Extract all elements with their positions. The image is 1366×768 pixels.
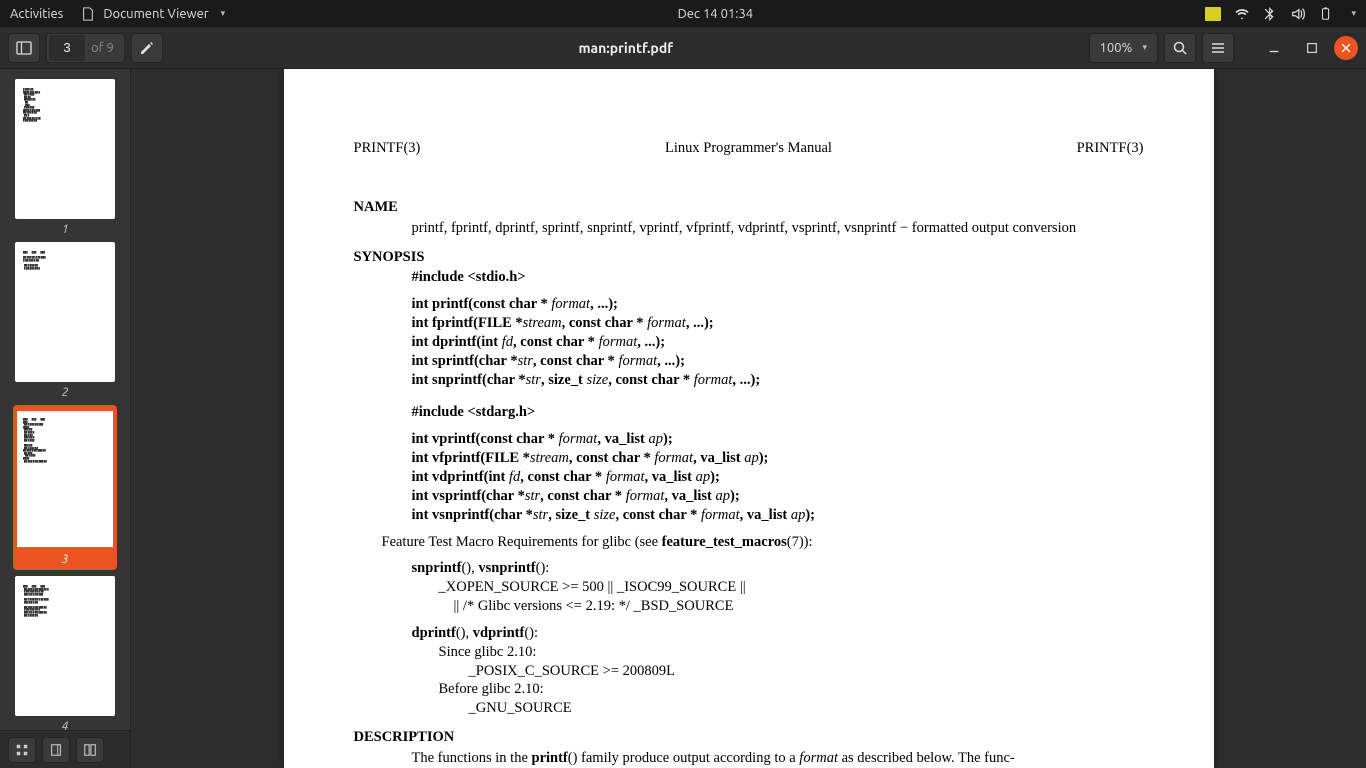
- section-heading: NAME: [354, 198, 1144, 217]
- main-area: █ ███ ██████ ███ ██ █ ██ █ ███ ██ ██ ███…: [0, 69, 1366, 768]
- annotate-button[interactable]: [131, 33, 163, 63]
- app-menu-label: Document Viewer: [103, 7, 208, 21]
- page-header-right: PRINTF(3): [1077, 139, 1144, 158]
- document-title: man:printf.pdf: [169, 40, 1083, 56]
- system-menu-icon[interactable]: ▾: [1351, 8, 1356, 19]
- hamburger-menu-button[interactable]: [1202, 33, 1234, 63]
- synopsis-line: int sprintf(char *str, const char * form…: [412, 352, 1144, 371]
- thumbnail-label: 3: [62, 553, 69, 566]
- description-body: The functions in the printf() family pro…: [412, 749, 1144, 768]
- maximize-button[interactable]: [1296, 33, 1328, 63]
- page-number-input[interactable]: [49, 35, 85, 61]
- minimize-button[interactable]: [1258, 33, 1290, 63]
- ftm-funcs: snprintf(), vsnprintf():: [412, 559, 1144, 578]
- ftm-line: Since glibc 2.10:: [439, 643, 1144, 662]
- page-header-center: Linux Programmer's Manual: [665, 139, 832, 158]
- synopsis-line: int dprintf(int fd, const char * format,…: [412, 333, 1144, 352]
- synopsis-line: int vprintf(const char * format, va_list…: [412, 430, 1144, 449]
- ftm-intro: Feature Test Macro Requirements for glib…: [382, 533, 1144, 552]
- zoom-selector[interactable]: 100% ▾: [1089, 33, 1158, 63]
- gnome-topbar: Activities Document Viewer ▾ Dec 14 01:3…: [0, 0, 1366, 27]
- thumbnail-page[interactable]: ███ ███ ██████ ██ █ ███ ██ ███████ ███ █…: [13, 405, 117, 570]
- thumbnail-page[interactable]: █ ███ ██████ ███ ██ █ ██ █ ███ ██ ██ ███…: [13, 79, 117, 236]
- ftm-line: || /* Glibc versions <= 2.19: */ _BSD_SO…: [454, 597, 1144, 616]
- synopsis-line: int snprintf(char *str, size_t size, con…: [412, 371, 1144, 390]
- bluetooth-icon[interactable]: [1263, 7, 1277, 21]
- thumbnail-list[interactable]: █ ███ ██████ ███ ██ █ ██ █ ███ ██ ██ ███…: [0, 69, 130, 730]
- synopsis-line: int vfprintf(FILE *stream, const char * …: [412, 449, 1144, 468]
- view-outline-button[interactable]: [42, 737, 70, 763]
- view-annotations-button[interactable]: [76, 737, 104, 763]
- synopsis-line: int printf(const char * format, ...);: [412, 295, 1144, 314]
- ftm-line: _POSIX_C_SOURCE >= 200809L: [469, 662, 1144, 681]
- ftm-line: _GNU_SOURCE: [469, 699, 1144, 718]
- page-selector: of 9: [46, 33, 125, 63]
- clock[interactable]: Dec 14 01:34: [225, 7, 1205, 21]
- thumbnail-label: 2: [62, 386, 69, 399]
- page-total-label: of 9: [87, 41, 124, 55]
- thumbnail-page[interactable]: ███ ███ ███ ██ ███ █ ██ ███ ██ █ █ ██ ██…: [13, 576, 117, 730]
- app-menu[interactable]: Document Viewer ▾: [81, 7, 225, 21]
- sidebar-view-switcher: [0, 730, 130, 768]
- volume-icon[interactable]: [1291, 7, 1305, 21]
- section-heading: SYNOPSIS: [354, 248, 1144, 267]
- thumbnail-sidebar: █ ███ ██████ ███ ██ █ ██ █ ███ ██ ██ ███…: [0, 69, 131, 768]
- thumbnail-page[interactable]: ███ ███ █████ ███ ██ █ ██ ████ ██ ███ █ …: [13, 242, 117, 399]
- thumbnail-label: 1: [62, 223, 69, 236]
- view-thumbnails-button[interactable]: [8, 737, 36, 763]
- ftm-funcs: dprintf(), vdprintf():: [412, 624, 1144, 643]
- activities-button[interactable]: Activities: [10, 7, 63, 21]
- name-body: printf, fprintf, dprintf, sprintf, snpri…: [412, 219, 1144, 238]
- section-heading: DESCRIPTION: [354, 728, 1144, 747]
- ftm-line: _XOPEN_SOURCE >= 500 || _ISOC99_SOURCE |…: [439, 578, 1144, 597]
- chevron-down-icon: ▾: [1142, 42, 1147, 53]
- document-icon: [81, 7, 95, 21]
- wifi-icon[interactable]: [1235, 7, 1249, 21]
- synopsis-line: int vsnprintf(char *str, size_t size, co…: [412, 506, 1144, 525]
- search-button[interactable]: [1164, 33, 1196, 63]
- ftm-line: Before glibc 2.10:: [439, 680, 1144, 699]
- page-header-left: PRINTF(3): [354, 139, 421, 158]
- include-directive: #include <stdio.h>: [412, 269, 526, 285]
- toggle-sidebar-button[interactable]: [8, 33, 40, 63]
- synopsis-line: int fprintf(FILE *stream, const char * f…: [412, 314, 1144, 333]
- document-page: PRINTF(3) Linux Programmer's Manual PRIN…: [284, 69, 1214, 768]
- include-directive: #include <stdarg.h>: [412, 404, 536, 420]
- notification-indicator-icon[interactable]: [1205, 7, 1221, 21]
- document-viewport[interactable]: PRINTF(3) Linux Programmer's Manual PRIN…: [131, 69, 1366, 768]
- zoom-label: 100%: [1100, 41, 1133, 55]
- synopsis-line: int vdprintf(int fd, const char * format…: [412, 468, 1144, 487]
- synopsis-line: int vsprintf(char *str, const char * for…: [412, 487, 1144, 506]
- thumbnail-label: 4: [62, 720, 69, 730]
- app-toolbar: of 9 man:printf.pdf 100% ▾: [0, 27, 1366, 69]
- battery-icon[interactable]: [1319, 7, 1333, 21]
- close-button[interactable]: [1334, 36, 1358, 60]
